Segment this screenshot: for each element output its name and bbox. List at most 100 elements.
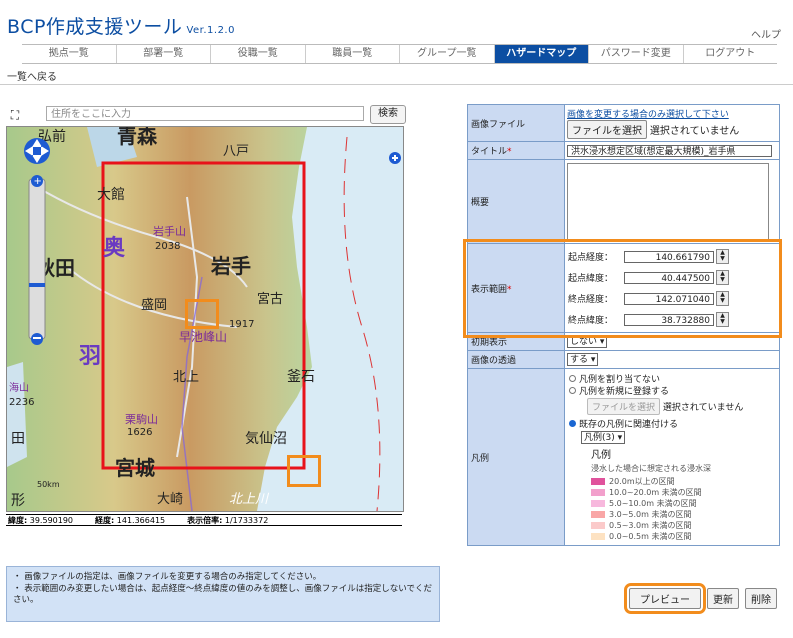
nav-item-departments[interactable]: 部署一覧 [116, 45, 211, 63]
main-nav: 拠点一覧 部署一覧 役職一覧 職員一覧 グループ一覧 ハザードマップ パスワード… [22, 44, 777, 64]
label-kamaishi: 釜石 [287, 369, 315, 385]
label-iwate-san: 岩手山 [153, 224, 186, 238]
label-aomori: 青森 [117, 127, 158, 148]
note-item: ・ 画像ファイルの指定は、画像ファイルを変更する場合のみ指定してください。 [13, 572, 322, 582]
file-select-button[interactable]: ファイルを選択 [567, 120, 647, 139]
label-elev-1917: 1917 [229, 319, 254, 330]
nav-item-sites[interactable]: 拠点一覧 [22, 45, 117, 63]
legend-label: 凡例 [467, 368, 565, 546]
nav-item-hazard-map[interactable]: ハザードマップ [494, 45, 589, 63]
summary-label: 概要 [467, 159, 565, 244]
highlight-start-point [185, 299, 219, 329]
notes-box: ・ 画像ファイルの指定は、画像ファイルを変更する場合のみ指定してください。 ・ … [6, 566, 440, 622]
legend-row: 0.5~3.0m 未満の区間 [591, 520, 775, 531]
help-link[interactable]: ヘルプ [751, 26, 781, 41]
file-status: 選択されていません [649, 126, 740, 137]
legend-item-label: 3.0~5.0m 未満の区間 [609, 510, 692, 519]
legend-file-status: 選択されていません [662, 403, 744, 413]
legend-item-label: 20.0m以上の区間 [609, 477, 675, 486]
transparency-label: 画像の透過 [467, 350, 565, 369]
scale-readout: 表示倍率: 1/1733372 [187, 516, 269, 525]
label-u: 羽 [79, 344, 101, 369]
highlight-range-fields [463, 239, 782, 338]
legend-swatch [591, 522, 605, 529]
label-elev-2236: 2236 [9, 397, 34, 408]
label-iwate: 岩手 [210, 254, 251, 278]
lat-readout: 緯度: 39.590190 [8, 516, 74, 525]
back-link[interactable]: 一覧へ戻る [7, 68, 57, 83]
title-input[interactable]: 洪水浸水想定区域(想定最大規模)_岩手県 [567, 144, 772, 157]
map-coords-bar: 緯度: 39.590190 経度: 141.366415 表示倍率: 1/173… [6, 514, 402, 526]
label-kesennuma: 気仙沼 [245, 431, 287, 447]
highlight-end-point [287, 455, 321, 487]
lon-readout: 経度: 141.366415 [95, 516, 166, 525]
label-hachinohe: 八戸 [223, 144, 249, 159]
label-miyako: 宮古 [257, 291, 283, 307]
legend-swatch [591, 489, 605, 496]
label-miyagi: 宮城 [115, 456, 155, 480]
legend-new-radio[interactable]: 凡例を新規に登録する [569, 384, 775, 397]
legend-row: 0.0~0.5m 未満の区間 [591, 531, 775, 542]
legend-item-label: 0.5~3.0m 未満の区間 [609, 521, 692, 530]
label-kurikoma: 栗駒山 [125, 413, 158, 426]
update-button[interactable]: 更新 [707, 588, 739, 609]
nav-item-groups[interactable]: グループ一覧 [400, 45, 495, 63]
land-area [7, 127, 312, 511]
image-hint-link[interactable]: 画像を変更する場合のみ選択して下さい [567, 107, 777, 120]
transparency-select[interactable]: する ▾ [567, 353, 599, 366]
image-file-label: 画像ファイル [467, 104, 565, 142]
label-elev-1626: 1626 [127, 427, 152, 438]
map-pan-control[interactable] [24, 138, 50, 164]
map-marker-icon [389, 152, 401, 164]
legend-swatch [591, 478, 605, 485]
legend-swatch [591, 533, 605, 540]
svg-text:+: + [34, 176, 42, 187]
app-title: BCP作成支援ツール Ver.1.2.0 [7, 16, 235, 38]
legend-row: 5.0~10.0m 未満の区間 [591, 498, 775, 509]
label-umi: 海山 [9, 381, 29, 394]
legend-preview: 凡例 浸水した場合に想定される浸水深 20.0m以上の区間 10.0~20.0m … [569, 446, 775, 542]
nav-item-positions[interactable]: 役職一覧 [211, 45, 306, 63]
legend-none-radio[interactable]: 凡例を割り当てない [569, 372, 775, 385]
legend-row: 3.0~5.0m 未満の区間 [591, 509, 775, 520]
label-scale: 50km [37, 480, 60, 489]
address-search-input[interactable]: 住所をここに入力 [46, 106, 364, 121]
header: BCP作成支援ツール Ver.1.2.0 ヘルプ [0, 0, 793, 44]
label-den: 田 [11, 431, 25, 447]
nav-item-logout[interactable]: ログアウト [683, 45, 777, 63]
legend-existing-radio[interactable]: 既存の凡例に関連付ける [569, 417, 775, 430]
legend-item-label: 10.0~20.0m 未満の区間 [609, 488, 702, 497]
legend-item-label: 0.0~0.5m 未満の区間 [609, 532, 692, 541]
nav-item-password[interactable]: パスワード変更 [589, 45, 684, 63]
label-elev-2038: 2038 [155, 241, 180, 252]
label-osaki: 大崎 [157, 492, 183, 507]
map-view[interactable]: 弘前 青森 八戸 大館 岩手山 2038 岩手 奥 秋田 盛岡 宮古 1917 … [6, 126, 404, 512]
divider [0, 84, 793, 85]
note-item: ・ 表示範囲のみ変更したい場合は、起点経度～終点緯度の値のみを調整し、画像ファイ… [13, 584, 432, 605]
delete-button[interactable]: 削除 [745, 588, 777, 609]
label-kitakami: 北上 [173, 370, 199, 385]
label-kitakamigawa: 北上川 [229, 492, 270, 507]
legend-row: 10.0~20.0m 未満の区間 [591, 487, 775, 498]
map-zoom-control[interactable]: + [28, 175, 46, 345]
fullscreen-icon[interactable]: ⛶ [8, 108, 22, 122]
preview-button[interactable]: プレビュー [624, 583, 706, 614]
legend-swatch [591, 511, 605, 518]
summary-textarea[interactable] [567, 162, 769, 241]
legend-title: 凡例 [591, 450, 611, 461]
title-label: タイトル* [467, 141, 565, 160]
legend-file-button[interactable]: ファイルを選択 [587, 398, 661, 415]
legend-swatch [591, 500, 605, 507]
label-hayachine: 早池峰山 [179, 330, 227, 344]
legend-subtitle: 浸水した場合に想定される浸水深 [591, 464, 711, 473]
label-odate: 大館 [97, 186, 125, 203]
label-ou: 奥 [103, 235, 126, 261]
search-button[interactable]: 検索 [370, 105, 406, 124]
nav-item-staff[interactable]: 職員一覧 [305, 45, 400, 63]
legend-select[interactable]: 凡例(3) ▾ [581, 431, 626, 444]
form-actions: プレビュー 更新 削除 [624, 583, 777, 614]
legend-item-label: 5.0~10.0m 未満の区間 [609, 499, 697, 508]
label-kata: 形 [11, 493, 25, 509]
legend-row: 20.0m以上の区間 [591, 476, 775, 487]
label-morioka: 盛岡 [141, 298, 167, 313]
